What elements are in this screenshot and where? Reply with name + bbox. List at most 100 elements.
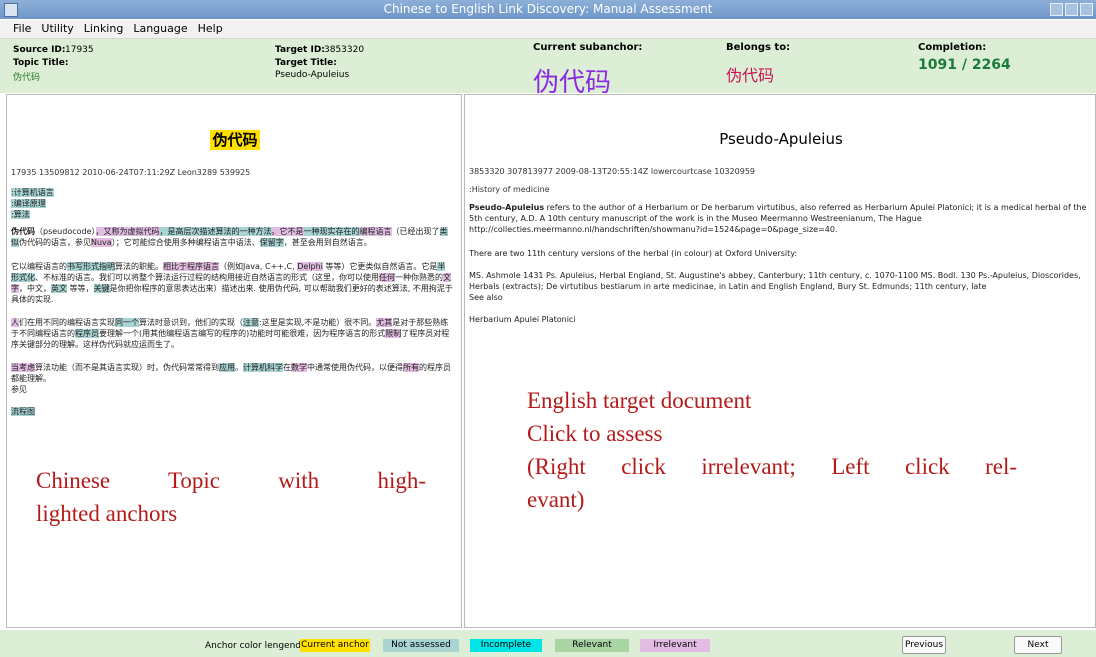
target-title-label: Target Title: bbox=[275, 58, 337, 68]
anchor-irrelevant[interactable]: 限制 bbox=[385, 329, 402, 338]
category-anchor[interactable]: :算法 bbox=[11, 210, 30, 219]
target-meta: 3853320 307813977 2009-08-13T20:55:14Z l… bbox=[469, 167, 755, 176]
topic-text: 、不标准的语言。我们可以将整个算法运行过程的结构用接近自然语言的形式（这里，你可… bbox=[35, 273, 379, 282]
right-annotation-line: evant) bbox=[527, 487, 585, 512]
anchor-not-assessed[interactable]: 应用 bbox=[219, 363, 235, 372]
right-annotation-line: Click to assess bbox=[527, 421, 663, 446]
topic-heading: 伪代码 bbox=[210, 130, 260, 150]
topic-title-label: Topic Title: bbox=[13, 58, 69, 68]
menu-file[interactable]: File bbox=[0, 20, 36, 38]
target-heading: Pseudo-Apuleius bbox=[719, 130, 843, 148]
topic-text: ）；它可能综合使用多种编程语言中语法、 bbox=[111, 238, 260, 247]
anchor-irrelevant[interactable]: ，又称为 bbox=[95, 227, 128, 236]
anchor-not-assessed[interactable]: 关键 bbox=[93, 284, 110, 293]
window-title: Chinese to English Link Discovery: Manua… bbox=[383, 2, 713, 16]
topic-term: 伪代码 bbox=[11, 227, 35, 236]
right-annotation-line: English target document bbox=[527, 388, 752, 413]
menu-language[interactable]: Language bbox=[128, 20, 192, 38]
anchor-not-assessed[interactable]: 注意 bbox=[243, 318, 259, 327]
topic-see-also: 参见 bbox=[11, 385, 27, 394]
menu-linking[interactable]: Linking bbox=[79, 20, 129, 38]
current-subanchor-label: Current subanchor: bbox=[533, 42, 643, 53]
topic-paragraph-3: 人们在用不同的编程语言实现同一个算法时意识到，他们的实现（注意:这里是实现,不是… bbox=[11, 317, 453, 350]
belongs-to-label: Belongs to: bbox=[726, 42, 791, 53]
topic-text: ，甚至会用到自然语言。 bbox=[283, 238, 372, 247]
anchor-not-assessed[interactable]: ，是高层次描述算法的 bbox=[159, 227, 240, 236]
anchor-not-assessed[interactable]: 同一个 bbox=[115, 318, 139, 327]
legend-relevant: Relevant bbox=[555, 639, 629, 652]
left-annotation: Chinese Topic with high- lighted anchors bbox=[36, 464, 426, 530]
topic-meta: 17935 13509812 2010-06-24T07:11:29Z Leon… bbox=[11, 168, 251, 177]
legend-incomplete: Incomplete bbox=[470, 639, 542, 652]
window-titlebar: Chinese to English Link Discovery: Manua… bbox=[0, 0, 1096, 19]
link-anchor[interactable]: 流程图 bbox=[11, 407, 35, 416]
target-paragraph-3: MS. Ashmole 1431 Ps. Apuleius, Herbal En… bbox=[469, 271, 1081, 291]
topic-text: ，中文， bbox=[19, 284, 51, 293]
target-id-label: Target ID: bbox=[275, 45, 325, 55]
target-paragraph-2: There are two 11th century versions of t… bbox=[469, 249, 798, 258]
target-title-value: Pseudo-Apuleius bbox=[275, 70, 350, 80]
target-see-also: See also bbox=[469, 293, 503, 302]
next-button[interactable]: Next bbox=[1014, 636, 1062, 654]
left-annotation-line: Chinese Topic with high- bbox=[36, 468, 426, 493]
anchor-not-assessed[interactable]: 计算机科学 bbox=[243, 363, 283, 372]
topic-text: 在 bbox=[283, 363, 291, 372]
legend-bar: Anchor color lengend: Current anchor Not… bbox=[0, 630, 1096, 657]
topic-text: 算法时意识到，他们的实现（ bbox=[139, 318, 243, 327]
app-icon bbox=[4, 3, 18, 17]
menu-utility[interactable]: Utility bbox=[36, 20, 78, 38]
anchor-irrelevant[interactable]: Nuva bbox=[91, 238, 112, 247]
category-anchor[interactable]: :编译原理 bbox=[11, 199, 46, 208]
anchor-not-assessed[interactable]: 英文 bbox=[51, 284, 67, 293]
topic-text: 中通常使用伪代码，以便得 bbox=[307, 363, 403, 372]
right-annotation: English target document Click to assess … bbox=[527, 384, 1017, 516]
topic-text: 。 bbox=[235, 363, 243, 372]
topic-paragraph-2: 它以编程语言的书写形式指明算法的职能。相比于程序语言（例如Java, C++,C… bbox=[11, 261, 453, 305]
anchor-not-assessed[interactable]: 一种现实存在的 bbox=[303, 227, 360, 236]
left-annotation-line: lighted anchors bbox=[36, 501, 178, 526]
topic-categories: :计算机语言 :编译原理 :算法 bbox=[11, 187, 451, 220]
topic-text: （pseudocode） bbox=[35, 227, 96, 236]
topic-paragraph-1: 伪代码（pseudocode），又称为虚拟代码，是高层次描述算法的一种方法。它不… bbox=[11, 226, 453, 248]
target-paragraph-1: Pseudo-Apuleius refers to the author of … bbox=[469, 203, 1087, 234]
anchor-irrelevant[interactable]: 编程语言 bbox=[359, 227, 392, 236]
topic-text: 等等）它更类似自然语言。它是 bbox=[322, 262, 438, 271]
topic-text: （已经出现了 bbox=[391, 227, 440, 236]
anchor-irrelevant[interactable]: 当考虑 bbox=[11, 363, 35, 372]
topic-text: 要理解一个(用其他编程语言编写的程序的)功能时可能很难，因为程序语言的形式 bbox=[99, 329, 386, 338]
right-annotation-line: (Right click irrelevant; Left click rel- bbox=[527, 454, 1017, 479]
previous-button[interactable]: Previous bbox=[902, 636, 946, 654]
anchor-irrelevant[interactable]: 虚拟代码 bbox=[127, 227, 160, 236]
category-anchor[interactable]: :计算机语言 bbox=[11, 188, 54, 197]
anchor-irrelevant[interactable]: 。它不是 bbox=[271, 227, 304, 236]
topic-text: 们在用不同的编程语言实现 bbox=[19, 318, 115, 327]
anchor-irrelevant[interactable]: Delphi bbox=[297, 262, 323, 271]
target-paragraph-4: Herbarium Apulei Platonici bbox=[469, 315, 576, 324]
completion-value: 1091 / 2264 bbox=[918, 57, 1011, 73]
anchor-irrelevant[interactable]: 所有 bbox=[403, 363, 419, 372]
topic-paragraph-4: 当考虑算法功能（而不是其语言实现）时，伪代码常常得到应用。计算机科学在数学中通常… bbox=[11, 362, 453, 384]
anchor-irrelevant[interactable]: 数学 bbox=[291, 363, 307, 372]
topic-title-value: 伪代码 bbox=[13, 73, 41, 83]
completion-label: Completion: bbox=[918, 42, 987, 53]
anchor-irrelevant[interactable]: 任何 bbox=[379, 273, 395, 282]
anchor-irrelevant[interactable]: 尤其 bbox=[376, 318, 393, 327]
assessment-info-bar: Source ID: 17935 Topic Title: 伪代码 Target… bbox=[0, 39, 1096, 98]
anchor-irrelevant[interactable]: 人 bbox=[11, 318, 19, 327]
target-document-pane[interactable]: Pseudo-Apuleius 3853320 307813977 2009-0… bbox=[464, 94, 1096, 628]
menu-help[interactable]: Help bbox=[193, 20, 228, 38]
legend-irrelevant: Irrelevant bbox=[640, 639, 710, 652]
topic-text: 等等， bbox=[67, 284, 94, 293]
close-icon[interactable] bbox=[1080, 3, 1093, 16]
maximize-icon[interactable] bbox=[1065, 3, 1078, 16]
legend-not-assessed: Not assessed bbox=[383, 639, 459, 652]
topic-text: :这里是实现,不是功能）很不同。 bbox=[259, 318, 377, 327]
target-id-value: 3853320 bbox=[324, 45, 365, 55]
anchor-not-assessed[interactable]: 保留字 bbox=[259, 238, 284, 247]
anchor-not-assessed[interactable]: 程序员 bbox=[75, 329, 99, 338]
minimize-icon[interactable] bbox=[1050, 3, 1063, 16]
anchor-not-assessed[interactable]: 书写形式指明 bbox=[67, 262, 115, 271]
anchor-not-assessed[interactable]: 一种方法 bbox=[239, 227, 272, 236]
anchor-irrelevant[interactable]: 相比于程序语言 bbox=[163, 262, 219, 271]
source-topic-pane[interactable]: 伪代码 17935 13509812 2010-06-24T07:11:29Z … bbox=[6, 94, 462, 628]
